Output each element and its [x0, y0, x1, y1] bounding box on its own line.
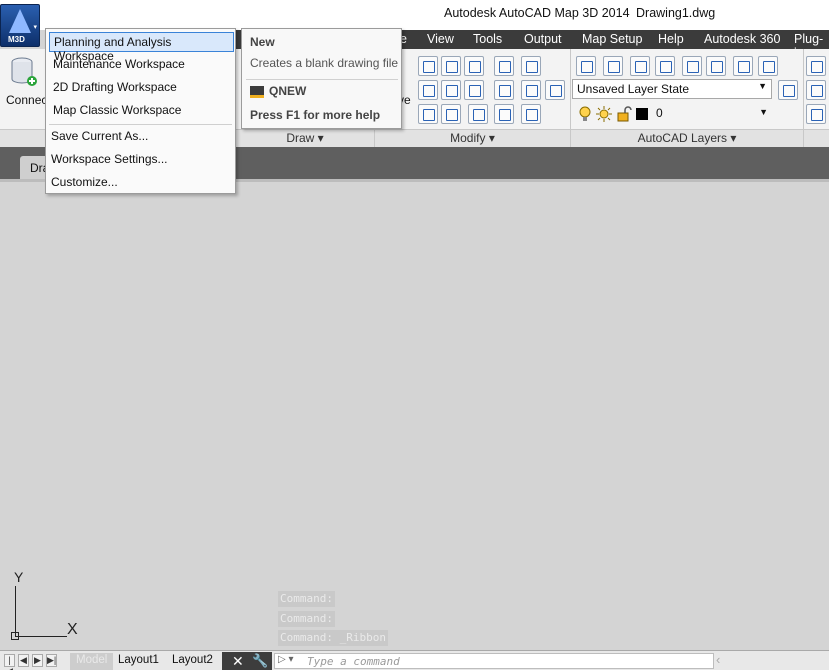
command-history-line: Command: _Ribbon	[278, 630, 388, 646]
array-tool-icon[interactable]	[494, 56, 514, 76]
command-history-line: Command:	[278, 591, 335, 607]
tab-layout1[interactable]: Layout1	[112, 653, 165, 670]
layer-states-icon[interactable]	[778, 80, 798, 100]
menu-divider	[49, 124, 232, 125]
mirror-tool-icon[interactable]	[418, 80, 438, 100]
chevron-down-icon: ▾	[33, 24, 37, 31]
layer-previous-icon[interactable]	[706, 56, 726, 76]
ucs-y-axis	[15, 586, 16, 636]
tab-model[interactable]: Model	[70, 653, 114, 670]
tooltip-help: Press F1 for more help	[250, 108, 381, 122]
previous-layout-icon[interactable]: ◀	[18, 654, 29, 667]
tooltip-description: Creates a blank drawing file	[250, 56, 399, 70]
last-layout-icon[interactable]: ▶|	[46, 654, 57, 667]
menu-item-planning-analysis-workspace[interactable]: Planning and Analysis Workspace	[49, 32, 234, 63]
title-bar: Autodesk AutoCAD Map 3D 2014 Drawing1.dw…	[0, 0, 829, 30]
join-tool-icon[interactable]	[441, 104, 461, 124]
database-connect-icon[interactable]	[10, 57, 38, 87]
first-layout-icon[interactable]: |◀	[4, 654, 15, 670]
linetype-icon[interactable]	[806, 104, 826, 124]
wrench-icon[interactable]: 🔧	[252, 653, 268, 669]
ucs-origin-icon	[11, 632, 19, 640]
lineweight-icon[interactable]	[806, 80, 826, 100]
document-title: Drawing1.dwg	[636, 6, 716, 20]
scale-tool-icon[interactable]	[464, 80, 484, 100]
menu-item-2d-drafting-workspace[interactable]: 2D Drafting Workspace	[53, 80, 177, 94]
unlock-icon[interactable]	[616, 106, 632, 122]
panel-draw-title[interactable]: Draw ▾	[236, 129, 374, 147]
move-tool-icon[interactable]	[418, 56, 438, 76]
layer-lock-icon[interactable]	[733, 56, 753, 76]
layer-properties-icon[interactable]	[576, 56, 596, 76]
command-history-line: Command:	[278, 611, 335, 627]
next-layout-icon[interactable]: ▶	[32, 654, 43, 667]
menu-item-map-setup[interactable]: Map Setup	[582, 32, 642, 46]
layer-isolate-icon[interactable]	[603, 56, 623, 76]
match-properties-icon[interactable]	[521, 104, 541, 124]
command-line-controls: ✕ 🔧	[222, 652, 272, 670]
layer-dropdown[interactable]: 0 ▼	[572, 103, 772, 125]
app-badge: M3D	[8, 35, 25, 44]
layer-color-swatch	[636, 108, 648, 120]
tab-layout2[interactable]: Layout2	[166, 653, 219, 670]
scroll-left-icon[interactable]: ‹	[716, 652, 720, 667]
layer-state-value: Unsaved Layer State	[577, 82, 690, 96]
panel-modify-title[interactable]: Modify ▾	[375, 129, 570, 147]
application-menu-button[interactable]: M3D ▾	[0, 4, 40, 47]
menu-item-autodesk-360[interactable]: Autodesk 360	[704, 32, 780, 46]
command-prompt-icon[interactable]: ▷ ▾	[278, 654, 294, 665]
ucs-y-label: Y	[14, 569, 24, 585]
current-layer-name: 0	[656, 106, 663, 120]
menu-item-map-classic-workspace[interactable]: Map Classic Workspace	[53, 103, 181, 117]
tooltip-command: QNEW	[269, 84, 307, 98]
new-tooltip: New Creates a blank drawing file QNEW Pr…	[241, 28, 402, 129]
connect-button-label[interactable]: Connec	[6, 93, 47, 107]
command-input[interactable]	[307, 654, 707, 668]
fillet-tool-icon[interactable]	[441, 80, 461, 100]
panel-layers-title[interactable]: AutoCAD Layers ▾	[571, 129, 803, 147]
layer-walk-icon[interactable]	[758, 56, 778, 76]
ucs-x-label: X	[67, 621, 78, 638]
drawing-canvas[interactable]	[0, 179, 829, 649]
trim-tool-icon[interactable]	[464, 56, 484, 76]
stretch-tool-icon[interactable]	[494, 80, 514, 100]
rotate-tool-icon[interactable]	[441, 56, 461, 76]
app-title: Autodesk AutoCAD Map 3D 2014	[444, 6, 630, 20]
workspace-menu: Planning and Analysis Workspace Maintena…	[45, 28, 236, 194]
menu-item-customize[interactable]: Customize...	[51, 175, 118, 189]
menu-item-save-current-as[interactable]: Save Current As...	[51, 129, 148, 143]
close-icon[interactable]: ✕	[232, 653, 244, 670]
color-wheel-icon[interactable]	[806, 56, 826, 76]
chamfer-tool-icon[interactable]	[521, 80, 541, 100]
layer-state-dropdown[interactable]: Unsaved Layer State ▼	[572, 79, 772, 99]
panel-footer-right	[804, 129, 829, 147]
layer-off-icon[interactable]	[630, 56, 650, 76]
layer-match-icon[interactable]	[682, 56, 702, 76]
autocad-logo-icon	[9, 9, 31, 33]
tooltip-divider	[246, 79, 398, 80]
menu-item-help[interactable]: Help	[658, 32, 684, 46]
command-line: ▷ ▾	[274, 653, 714, 669]
menu-item-output[interactable]: Output	[524, 32, 562, 46]
menu-item-maintenance-workspace[interactable]: Maintenance Workspace	[53, 57, 185, 71]
command-icon	[250, 86, 264, 98]
extend-tool-icon[interactable]	[494, 104, 514, 124]
break-tool-icon[interactable]	[418, 104, 438, 124]
chevron-down-icon: ▼	[759, 107, 768, 117]
erase-tool-icon[interactable]	[545, 80, 565, 100]
tooltip-title: New	[250, 35, 275, 49]
copy-tool-icon[interactable]	[521, 56, 541, 76]
menu-item-workspace-settings[interactable]: Workspace Settings...	[51, 152, 168, 166]
menu-item-view[interactable]: View	[427, 32, 454, 46]
ucs-x-axis	[15, 636, 67, 637]
offset-tool-icon[interactable]	[468, 104, 488, 124]
status-bar: |◀ ◀ ▶ ▶| Model Layout1 Layout2 ✕ 🔧 ▷ ▾ …	[0, 650, 829, 670]
sun-icon[interactable]	[596, 106, 612, 122]
chevron-down-icon: ▼	[758, 81, 767, 91]
lightbulb-icon[interactable]	[578, 106, 592, 122]
layer-freeze-icon[interactable]	[655, 56, 675, 76]
menu-item-tools[interactable]: Tools	[473, 32, 502, 46]
